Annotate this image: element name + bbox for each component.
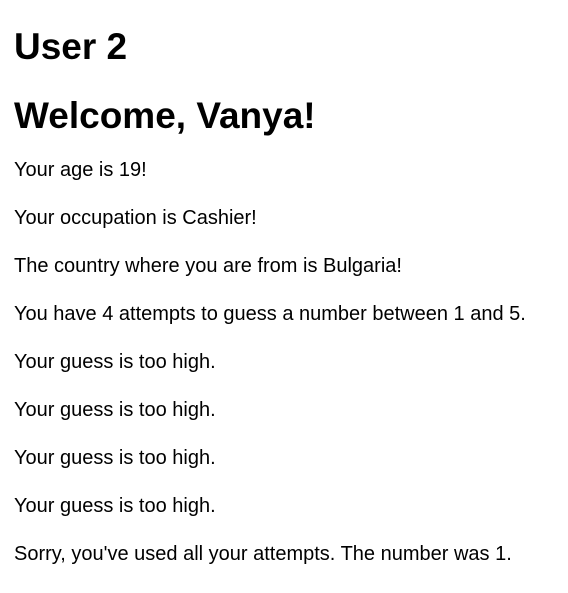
user-heading: User 2: [14, 26, 128, 67]
guess-result-line: Your guess is too high.: [14, 399, 216, 421]
country-line: The country where you are from is Bulgar…: [14, 255, 402, 277]
welcome-heading: Welcome, Vanya!: [14, 95, 316, 136]
age-line: Your age is 19!: [14, 159, 147, 181]
attempts-line: You have 4 attempts to guess a number be…: [14, 303, 526, 325]
final-result-line: Sorry, you've used all your attempts. Th…: [14, 543, 512, 565]
guess-result-line: Your guess is too high.: [14, 351, 216, 373]
occupation-line: Your occupation is Cashier!: [14, 207, 257, 229]
page-content: User 2 Welcome, Vanya! Your age is 19! Y…: [0, 0, 568, 566]
guess-result-line: Your guess is too high.: [14, 447, 216, 469]
guess-result-line: Your guess is too high.: [14, 495, 216, 517]
